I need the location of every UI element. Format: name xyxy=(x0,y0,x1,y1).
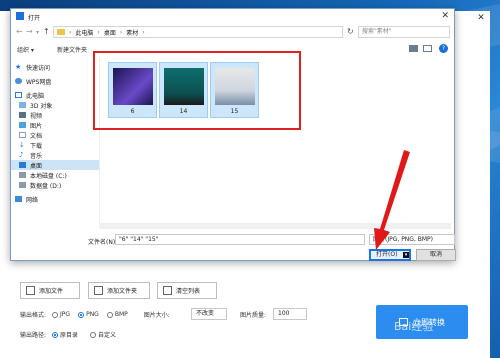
computer-icon xyxy=(15,92,22,98)
add-folder-label: 添加文件夹 xyxy=(107,288,138,295)
file-icon xyxy=(26,286,35,295)
image-size-label: 图片大小: xyxy=(143,312,170,319)
output-format-row: 输出格式: JPG PNG BMP 图片大小: xyxy=(20,310,170,319)
download-icon: ↓ xyxy=(19,141,25,149)
up-icon[interactable]: ↑ xyxy=(43,27,50,36)
preview-pane-icon[interactable] xyxy=(423,45,432,52)
sidebar-item-pictures[interactable]: 图片 xyxy=(11,120,104,130)
sidebar-item-label: 本地磁盘 (C:) xyxy=(30,172,67,180)
format-bmp-radio[interactable] xyxy=(106,311,113,318)
add-file-button[interactable]: 添加文件 xyxy=(20,282,80,299)
sidebar-item-label: 网络 xyxy=(26,196,39,204)
breadcrumb-item[interactable]: 此电脑 xyxy=(75,28,93,37)
sidebar-item-label: 音乐 xyxy=(30,152,43,160)
clear-list-label: 清空列表 xyxy=(176,288,201,295)
breadcrumb-item[interactable]: 素材 xyxy=(126,28,138,37)
cloud-icon xyxy=(15,78,22,84)
format-jpg-radio[interactable] xyxy=(52,311,59,318)
sidebar-item-label: 视频 xyxy=(30,112,43,120)
sidebar-item-drive-c[interactable]: 本地磁盘 (C:) xyxy=(11,170,104,180)
sidebar-item-desktop[interactable]: 桌面 xyxy=(11,160,104,170)
cancel-button[interactable]: 取消 xyxy=(416,249,456,261)
breadcrumb-item[interactable]: 桌面 xyxy=(104,28,116,37)
music-icon: ♪ xyxy=(19,151,24,159)
format-jpg-label: JPG xyxy=(60,311,71,318)
add-file-label: 添加文件 xyxy=(39,288,64,295)
search-input[interactable]: 搜索"素材" xyxy=(358,26,450,38)
sidebar-item-documents[interactable]: 文档 xyxy=(11,130,104,140)
trash-icon xyxy=(163,286,172,295)
sidebar-item-network[interactable]: 网络 xyxy=(11,194,96,204)
view-options-icon[interactable] xyxy=(409,45,418,52)
star-icon: ★ xyxy=(15,63,22,71)
open-dropdown-icon[interactable]: ▾ xyxy=(403,252,409,258)
dialog-titlebar: 打开 ✕ xyxy=(11,9,454,24)
picture-icon xyxy=(19,122,26,128)
sidebar-item-drive-d[interactable]: 数据盘 (D:) xyxy=(11,180,104,190)
sidebar-item-label: 下载 xyxy=(30,142,43,150)
path-custom-radio[interactable] xyxy=(90,331,97,338)
close-icon[interactable]: ✕ xyxy=(441,11,449,21)
output-format-label: 输出格式: xyxy=(20,312,47,319)
sidebar-item-label: 文档 xyxy=(30,132,43,140)
format-png-label: PNG xyxy=(86,311,99,318)
image-size-select[interactable]: 不改变 xyxy=(191,308,227,320)
filename-input[interactable]: "6" "14" "15" xyxy=(115,234,365,245)
path-custom-label: 自定义 xyxy=(98,332,117,339)
document-icon xyxy=(19,132,26,138)
sidebar-item-wps-drive[interactable]: WPS网盘 xyxy=(11,76,96,86)
sidebar-item-label: 快速访问 xyxy=(26,64,51,72)
recent-locations-icon[interactable]: ▾ xyxy=(36,29,39,36)
forward-icon[interactable]: → xyxy=(26,27,33,36)
folder-icon xyxy=(57,29,65,35)
selection-highlight-box xyxy=(93,51,301,130)
video-icon xyxy=(19,112,26,118)
add-folder-button[interactable]: 添加文件夹 xyxy=(88,282,150,299)
sidebar-item-label: 图片 xyxy=(30,122,43,130)
sidebar-item-label: 此电脑 xyxy=(26,92,45,100)
sidebar-item-this-pc[interactable]: 此电脑 xyxy=(11,90,96,100)
path-original-radio[interactable] xyxy=(52,331,59,338)
drive-icon xyxy=(19,182,26,188)
refresh-icon[interactable]: ↻ xyxy=(347,27,354,36)
sidebar-item-downloads[interactable]: ↓ 下载 xyxy=(11,140,104,150)
output-path-row: 输出路径: 原目录 自定义 xyxy=(20,330,116,339)
filename-label: 文件名(N): xyxy=(88,239,118,246)
image-quality-label-wrap: 图片质量: xyxy=(240,310,266,319)
back-icon[interactable]: ← xyxy=(16,27,23,36)
navigation-row: ← → ▾ ↑ › 此电脑 › 桌面 › 素材 › ↻ 搜索"素材" xyxy=(11,24,454,40)
help-icon[interactable]: ? xyxy=(439,44,448,53)
sidebar-item-music[interactable]: ♪ 音乐 xyxy=(11,150,104,160)
app-close-icon[interactable]: ✕ xyxy=(476,13,486,23)
path-original-label: 原目录 xyxy=(60,332,79,339)
network-icon xyxy=(15,196,22,202)
pointer-arrow-annotation xyxy=(374,150,410,250)
sidebar-item-label: WPS网盘 xyxy=(26,78,52,86)
drive-icon xyxy=(19,172,26,178)
app-icon xyxy=(16,12,24,20)
watermark-logo: Bai经验 xyxy=(394,320,434,333)
image-quality-label: 图片质量: xyxy=(240,312,267,319)
sidebar-item-label: 数据盘 (D:) xyxy=(30,182,62,190)
sidebar-item-3d-objects[interactable]: 3D 对象 xyxy=(11,100,104,110)
navigation-pane: ★ 快速访问 WPS网盘 此电脑 3D 对象 视频 图片 文档 ↓ 下载 ♪ 音… xyxy=(11,58,104,223)
image-quality-select[interactable]: 100 xyxy=(273,308,307,320)
new-folder-button[interactable]: 新建文件夹 xyxy=(57,45,87,54)
desktop-icon xyxy=(19,162,26,168)
sidebar-item-videos[interactable]: 视频 xyxy=(11,110,104,120)
sidebar-item-quick-access[interactable]: ★ 快速访问 xyxy=(11,62,96,72)
folder-icon xyxy=(94,286,103,295)
dialog-title: 打开 xyxy=(28,15,41,22)
format-bmp-label: BMP xyxy=(114,311,128,318)
sidebar-item-label: 3D 对象 xyxy=(30,102,53,110)
clear-list-button[interactable]: 清空列表 xyxy=(157,282,217,299)
address-bar[interactable]: › 此电脑 › 桌面 › 素材 › xyxy=(53,26,343,38)
sidebar-item-label: 桌面 xyxy=(30,162,43,170)
format-png-radio[interactable] xyxy=(78,311,85,318)
output-path-label: 输出路径: xyxy=(20,332,47,339)
cube-icon xyxy=(19,102,26,108)
organize-menu[interactable]: 组织 ▾ xyxy=(17,45,34,54)
